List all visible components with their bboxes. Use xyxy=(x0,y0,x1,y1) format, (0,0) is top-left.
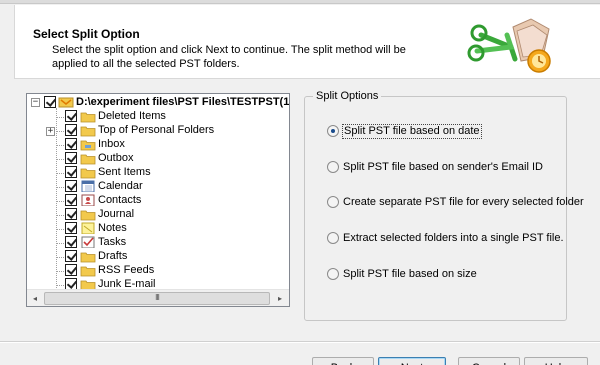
tree-connector xyxy=(56,145,64,146)
pst-folder-tree[interactable]: − D:\experiment files\PST Files\TESTPST(… xyxy=(26,93,290,307)
folder-icon xyxy=(80,266,96,277)
tree-connector xyxy=(56,173,64,174)
tree-item-label: Tasks xyxy=(98,236,127,248)
tree-checkbox[interactable] xyxy=(65,236,77,248)
tree-checkbox[interactable] xyxy=(65,250,77,262)
folder-icon xyxy=(80,126,96,137)
tree-item-label: Deleted Items xyxy=(98,110,166,122)
tree-checkbox[interactable] xyxy=(44,96,56,108)
tree-connector xyxy=(56,131,64,132)
tree-connector xyxy=(56,257,64,258)
notes-icon xyxy=(81,222,95,234)
tree-item-label: RSS Feeds xyxy=(98,264,155,276)
inbox-icon xyxy=(80,140,96,151)
tree-item-label: Drafts xyxy=(98,250,128,262)
radio-button[interactable] xyxy=(327,125,339,137)
outbox-icon xyxy=(80,154,96,165)
journal-icon xyxy=(80,210,96,221)
split-pst-logo-icon xyxy=(467,18,551,73)
tree-item-row[interactable]: RSS Feeds xyxy=(27,264,289,278)
radio-label[interactable]: Create separate PST file for every selec… xyxy=(343,196,584,209)
tree-connector xyxy=(56,243,64,244)
radio-label[interactable]: Split PST file based on sender's Email I… xyxy=(343,161,543,174)
tree-item-row[interactable]: Deleted Items xyxy=(27,110,289,124)
tree-connector xyxy=(56,187,64,188)
tree-item-row[interactable]: Journal xyxy=(27,208,289,222)
radio-button[interactable] xyxy=(327,161,339,173)
next-button[interactable]: Next xyxy=(378,357,446,365)
page-description: Select the split option and click Next t… xyxy=(52,44,406,70)
tree-checkbox[interactable] xyxy=(65,208,77,220)
footer-divider xyxy=(0,341,600,343)
tree-item-label: Top of Personal Folders xyxy=(98,124,215,136)
tree-item-label: Journal xyxy=(98,208,135,220)
tree-item-row[interactable]: Notes xyxy=(27,222,289,236)
tree-connector xyxy=(56,159,64,160)
scroll-thumb[interactable]: III xyxy=(44,292,270,305)
tree-item-label: Contacts xyxy=(98,194,142,206)
radio-button[interactable] xyxy=(327,268,339,280)
tasks-icon xyxy=(81,236,95,248)
tree-item-row[interactable]: Inbox xyxy=(27,138,289,152)
tree-checkbox[interactable] xyxy=(65,124,77,136)
tree-item-label: Notes xyxy=(98,222,127,234)
help-button[interactable]: Help xyxy=(524,357,588,365)
tree-checkbox[interactable] xyxy=(65,138,77,150)
pst-file-icon xyxy=(58,97,74,108)
tree-connector xyxy=(56,201,64,202)
radio-label[interactable]: Extract selected folders into a single P… xyxy=(343,232,564,245)
split-options-group: Split Options Split PST file based on da… xyxy=(304,90,584,321)
collapse-expander-icon[interactable]: − xyxy=(31,98,40,107)
back-button[interactable]: Back xyxy=(312,357,374,365)
scroll-right-icon[interactable]: ▸ xyxy=(274,293,286,304)
folder-icon xyxy=(80,112,96,123)
cancel-button[interactable]: Cancel xyxy=(458,357,520,365)
tree-checkbox[interactable] xyxy=(65,194,77,206)
tree-item-label: Inbox xyxy=(98,138,125,150)
tree-checkbox[interactable] xyxy=(65,222,77,234)
tree-item-row[interactable]: Drafts xyxy=(27,250,289,264)
tree-checkbox[interactable] xyxy=(65,180,77,192)
tree-item-row[interactable]: Outbox xyxy=(27,152,289,166)
tree-item-row[interactable]: Contacts xyxy=(27,194,289,208)
tree-item-row[interactable]: + Top of Personal Folders xyxy=(27,124,289,138)
calendar-icon xyxy=(81,180,95,192)
radio-button[interactable] xyxy=(327,196,339,208)
radio-button[interactable] xyxy=(327,232,339,244)
radio-label[interactable]: Split PST file based on size xyxy=(343,268,477,281)
tree-body: − D:\experiment files\PST Files\TESTPST(… xyxy=(27,94,289,290)
tree-root-row[interactable]: − D:\experiment files\PST Files\TESTPST(… xyxy=(27,96,289,110)
split-options-legend: Split Options xyxy=(313,90,382,102)
tree-connector xyxy=(56,229,64,230)
tree-checkbox[interactable] xyxy=(65,110,77,122)
wizard-header: Select Split Option Select the split opt… xyxy=(14,5,600,79)
tree-root-label: D:\experiment files\PST Files\TESTPST(1) xyxy=(76,96,289,108)
tree-item-label: Calendar xyxy=(98,180,143,192)
sent-items-icon xyxy=(80,168,96,179)
contacts-icon xyxy=(81,194,95,206)
tree-item-row[interactable]: Calendar xyxy=(27,180,289,194)
tree-item-label: Outbox xyxy=(98,152,134,164)
horizontal-scrollbar[interactable]: ◂ III ▸ xyxy=(27,289,289,306)
tree-checkbox[interactable] xyxy=(65,166,77,178)
tree-connector xyxy=(56,285,64,286)
tree-checkbox[interactable] xyxy=(65,264,77,276)
tree-connector xyxy=(56,271,64,272)
tree-item-row[interactable]: Tasks xyxy=(27,236,289,250)
radio-label[interactable]: Split PST file based on date xyxy=(342,124,482,139)
page-title: Select Split Option xyxy=(33,27,140,41)
tree-connector xyxy=(56,117,64,118)
window-top-edge xyxy=(0,0,600,4)
scroll-left-icon[interactable]: ◂ xyxy=(29,293,41,304)
expand-expander-icon[interactable]: + xyxy=(46,127,55,136)
tree-item-row[interactable]: Sent Items xyxy=(27,166,289,180)
tree-checkbox[interactable] xyxy=(65,152,77,164)
tree-item-label: Sent Items xyxy=(98,166,151,178)
drafts-icon xyxy=(80,252,96,263)
tree-connector xyxy=(56,215,64,216)
